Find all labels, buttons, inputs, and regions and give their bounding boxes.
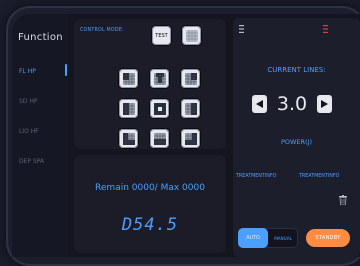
- auto-option[interactable]: AUTO: [238, 228, 268, 248]
- right-panel: CURRENT LINES: 3.0 POWER(J) TREATMENTINF…: [233, 18, 360, 257]
- pattern-h-button[interactable]: [181, 129, 200, 148]
- screen: Function FL HP SD HP LIO HF DEP SPA CONT…: [12, 14, 360, 257]
- pattern-c-button[interactable]: [181, 69, 200, 88]
- full-grid-icon: [185, 29, 198, 42]
- center-dot-button[interactable]: [150, 99, 169, 118]
- power-label: POWER(J): [280, 138, 313, 146]
- sidebar-title: Function: [18, 32, 63, 43]
- sidebar-item-lio-hf[interactable]: LIO HF: [19, 128, 39, 135]
- test-button[interactable]: TEST: [152, 26, 171, 45]
- lcd-readout: D54.5: [121, 215, 179, 235]
- mode-toggle[interactable]: AUTO MANUAL: [238, 228, 298, 248]
- pattern-f-button[interactable]: [119, 129, 138, 148]
- pattern-h-icon: [184, 132, 197, 145]
- pattern-b-button[interactable]: [150, 69, 169, 88]
- active-item-marker: [65, 64, 67, 76]
- sidebar-item-dep-spa[interactable]: DEP SPA: [19, 158, 44, 165]
- right-triangle-icon: [321, 100, 328, 108]
- pattern-f-icon: [122, 132, 135, 145]
- pattern-g-icon: [153, 132, 166, 145]
- manual-option[interactable]: MANUAL: [268, 228, 298, 248]
- pattern-a-icon: [122, 72, 135, 85]
- top-bar: [233, 18, 360, 40]
- pattern-d-button[interactable]: [119, 99, 138, 118]
- counter-panel: Remain 0000/ Max 0000 D54.5: [74, 155, 226, 253]
- standby-button[interactable]: STANDBY: [306, 229, 350, 247]
- control-mode-label: CONTROL MODE:: [80, 28, 124, 33]
- pattern-c-icon: [184, 72, 197, 85]
- current-lines-value: 3.0: [276, 93, 308, 115]
- sidebar-item-sd-hp[interactable]: SD HP: [19, 98, 37, 105]
- test-label: TEST: [155, 32, 168, 39]
- pattern-a-button[interactable]: [119, 69, 138, 88]
- left-triangle-icon: [256, 100, 263, 108]
- treatment-info-right[interactable]: TREATMENTINFO: [299, 174, 339, 179]
- current-lines-label: CURRENT LINES:: [267, 66, 326, 74]
- decrease-button[interactable]: [252, 95, 267, 113]
- pattern-g-button[interactable]: [150, 129, 169, 148]
- red-indicator-icon: [323, 25, 328, 33]
- pattern-e-icon: [184, 102, 197, 115]
- pattern-b-icon: [153, 72, 166, 85]
- sidebar: Function FL HP SD HP LIO HF DEP SPA: [12, 14, 68, 257]
- pattern-d-icon: [122, 102, 135, 115]
- increase-button[interactable]: [317, 95, 332, 113]
- treatment-info-left[interactable]: TREATMENTINFO: [236, 174, 276, 179]
- pattern-e-button[interactable]: [181, 99, 200, 118]
- control-mode-panel: CONTROL MODE: TEST: [74, 19, 226, 149]
- full-grid-button[interactable]: [182, 26, 201, 45]
- current-lines-stepper: 3.0: [243, 91, 341, 117]
- sidebar-item-fl-hp[interactable]: FL HP: [19, 68, 36, 75]
- center-dot-icon: [153, 102, 166, 115]
- hamburger-icon[interactable]: [239, 25, 244, 33]
- remain-counter: Remain 0000/ Max 0000: [95, 183, 205, 193]
- trash-icon[interactable]: [339, 195, 347, 205]
